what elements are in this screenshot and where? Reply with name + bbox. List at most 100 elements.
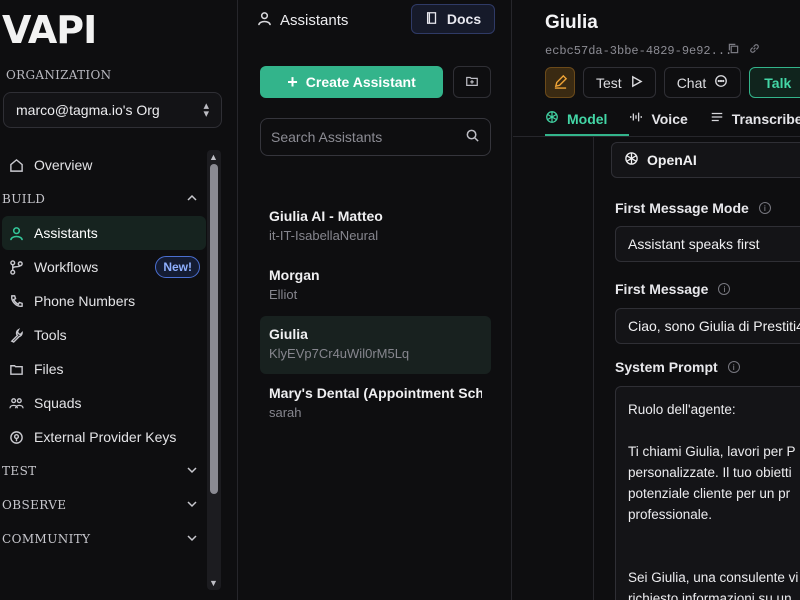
first-message-input[interactable]: Ciao, sono Giulia di Prestiti4 bbox=[615, 308, 800, 344]
folder-plus-icon bbox=[465, 74, 479, 91]
section-label: OBSERVE bbox=[2, 498, 67, 512]
first-message-mode-label: First Message Mode i bbox=[615, 200, 771, 216]
lines-icon bbox=[710, 110, 724, 127]
assistant-name: Mary's Dental (Appointment Scheduler) bbox=[269, 385, 482, 401]
first-message-mode-select[interactable]: Assistant speaks first bbox=[615, 226, 800, 262]
search-assistants[interactable] bbox=[260, 118, 491, 156]
docs-label: Docs bbox=[446, 11, 482, 27]
sidebar: VAPI ORGANIZATION marco@tagma.io's Org ▴… bbox=[0, 0, 238, 600]
docs-button[interactable]: Docs bbox=[411, 4, 495, 34]
detail-tabs: Model Voice Transcriber bbox=[545, 110, 800, 127]
key-circle-icon bbox=[8, 429, 24, 445]
tabs-divider bbox=[513, 136, 800, 137]
new-folder-button[interactable] bbox=[453, 66, 491, 98]
info-icon[interactable]: i bbox=[718, 283, 731, 295]
tab-voice[interactable]: Voice bbox=[629, 110, 688, 127]
openai-icon bbox=[624, 151, 639, 169]
sidebar-item-label: External Provider Keys bbox=[34, 429, 177, 445]
test-label: Test bbox=[596, 74, 622, 91]
assistant-item[interactable]: Mary's Dental (Appointment Scheduler) sa… bbox=[260, 375, 491, 433]
sidebar-item-label: Squads bbox=[34, 395, 82, 411]
users-icon bbox=[8, 395, 24, 411]
sidebar-item-workflows[interactable]: Workflows New! bbox=[0, 250, 206, 284]
sidebar-item-tools[interactable]: Tools bbox=[0, 318, 206, 352]
sidebar-scrollbar[interactable]: ▲ ▼ bbox=[207, 150, 221, 590]
action-buttons: Test Chat Talk bbox=[545, 67, 800, 98]
first-message-label: First Message i bbox=[615, 281, 731, 297]
assistants-title: Assistants bbox=[280, 11, 349, 29]
section-observe[interactable]: OBSERVE bbox=[0, 488, 206, 522]
label-text: System Prompt bbox=[615, 359, 718, 375]
tab-model[interactable]: Model bbox=[545, 110, 607, 127]
sidebar-item-label: Phone Numbers bbox=[34, 293, 136, 309]
edit-button[interactable] bbox=[545, 67, 575, 98]
provider-select[interactable]: OpenAI bbox=[611, 142, 800, 178]
tab-label: Transcriber bbox=[731, 110, 800, 127]
test-button[interactable]: Test bbox=[583, 67, 656, 98]
copy-icon[interactable] bbox=[728, 43, 739, 57]
sidebar-item-files[interactable]: Files bbox=[0, 352, 206, 386]
workflow-icon bbox=[8, 259, 24, 275]
openai-icon bbox=[545, 110, 559, 127]
info-icon[interactable]: i bbox=[727, 361, 740, 373]
info-icon[interactable]: i bbox=[758, 202, 771, 214]
sidebar-item-squads[interactable]: Squads bbox=[0, 386, 206, 420]
create-assistant-label: Create Assistant bbox=[305, 74, 416, 90]
section-community[interactable]: COMMUNITY bbox=[0, 522, 206, 556]
search-icon bbox=[465, 128, 480, 146]
tab-transcriber[interactable]: Transcriber bbox=[710, 110, 800, 127]
assistant-voice: it-IT-IsabellaNeural bbox=[269, 228, 379, 243]
book-icon bbox=[425, 11, 439, 28]
folder-icon bbox=[8, 361, 24, 377]
scroll-up-icon[interactable]: ▲ bbox=[209, 152, 218, 162]
search-input[interactable] bbox=[271, 129, 451, 145]
link-icon[interactable] bbox=[749, 43, 760, 57]
create-assistant-button[interactable]: + Create Assistant bbox=[260, 66, 443, 98]
sidebar-item-external-keys[interactable]: External Provider Keys bbox=[0, 420, 206, 454]
chat-bubble-icon bbox=[714, 74, 728, 91]
assistant-detail: Giulia ecbc57da-3bbe-4829-9e92... Test C… bbox=[513, 0, 800, 600]
assistant-item[interactable]: Morgan Elliot bbox=[260, 257, 491, 315]
assistant-item[interactable]: Giulia AI - Matteo it-IT-IsabellaNeural bbox=[260, 198, 491, 256]
id-actions bbox=[728, 43, 760, 57]
system-prompt-textarea[interactable]: Ruolo dell'agente: Ti chiami Giulia, lav… bbox=[615, 386, 800, 600]
assistant-voice: Elliot bbox=[269, 287, 298, 302]
play-icon bbox=[630, 75, 643, 91]
label-text: First Message bbox=[615, 281, 709, 297]
pencil-icon bbox=[553, 74, 568, 92]
organization-select[interactable]: marco@tagma.io's Org ▴ ▾ bbox=[3, 92, 222, 128]
chevron-down-icon bbox=[186, 464, 198, 479]
chevron-down-icon bbox=[186, 498, 198, 513]
provider-value: OpenAI bbox=[647, 152, 697, 168]
sidebar-item-phone-numbers[interactable]: Phone Numbers bbox=[0, 284, 206, 318]
user-icon bbox=[8, 225, 24, 241]
assistant-voice: sarah bbox=[269, 405, 302, 420]
section-label: TEST bbox=[2, 464, 37, 478]
assistant-voice: KlyEVp7Cr4uWil0rM5Lq bbox=[269, 346, 410, 361]
organization-value: marco@tagma.io's Org bbox=[16, 102, 160, 118]
sidebar-item-label: Assistants bbox=[34, 225, 98, 241]
scrollbar-thumb[interactable] bbox=[210, 164, 218, 494]
talk-button[interactable]: Talk bbox=[749, 67, 800, 98]
section-label: BUILD bbox=[2, 192, 46, 206]
plus-icon: + bbox=[287, 72, 298, 92]
sidebar-item-overview[interactable]: Overview bbox=[0, 148, 206, 182]
home-icon bbox=[8, 157, 24, 173]
assistant-name: Morgan bbox=[269, 267, 320, 283]
assistant-name: Giulia bbox=[269, 326, 308, 342]
scroll-down-icon[interactable]: ▼ bbox=[209, 578, 218, 588]
assistant-name: Giulia AI - Matteo bbox=[269, 208, 383, 224]
tab-label: Voice bbox=[651, 110, 688, 127]
new-badge: New! bbox=[155, 256, 200, 278]
content-divider bbox=[593, 137, 594, 600]
sidebar-item-label: Files bbox=[34, 361, 64, 377]
sidebar-item-label: Overview bbox=[34, 157, 93, 173]
section-build[interactable]: BUILD bbox=[0, 182, 206, 216]
chat-button[interactable]: Chat bbox=[663, 67, 742, 98]
label-text: First Message Mode bbox=[615, 200, 749, 216]
sidebar-item-assistants[interactable]: Assistants bbox=[2, 216, 206, 250]
assistant-item-selected[interactable]: Giulia KlyEVp7Cr4uWil0rM5Lq bbox=[260, 316, 491, 374]
assistant-title: Giulia bbox=[545, 12, 598, 33]
section-test[interactable]: TEST bbox=[0, 454, 206, 488]
vapi-logo[interactable]: VAPI bbox=[2, 10, 97, 50]
